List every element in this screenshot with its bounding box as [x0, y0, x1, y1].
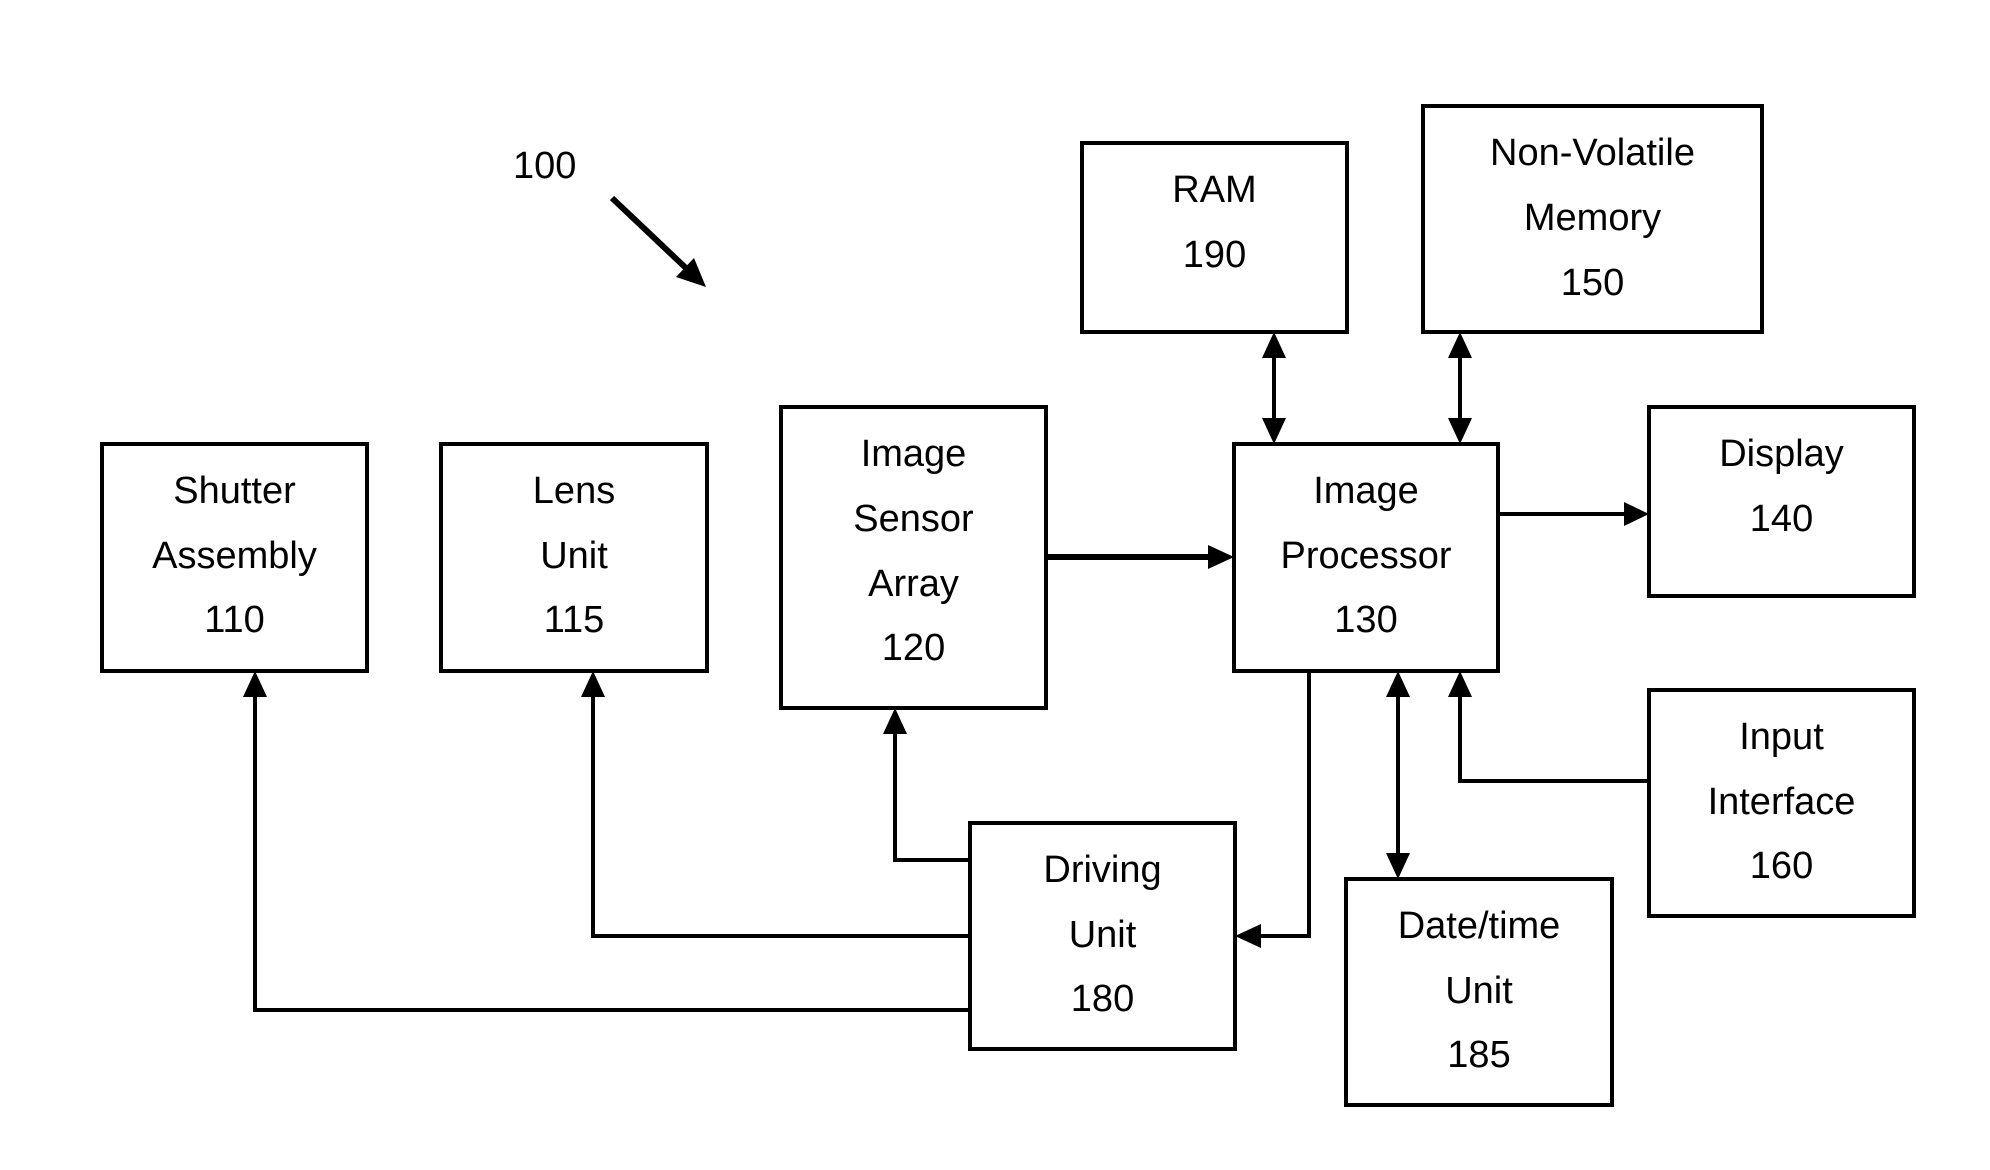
block-label: Shutter [173, 470, 296, 512]
figure-reference-label: 100 [513, 145, 576, 187]
block-number: 130 [1334, 599, 1397, 641]
connector-input-to-processor [1448, 671, 1649, 783]
block-label: Sensor [853, 498, 974, 540]
block-label: Lens [533, 470, 615, 512]
connector-nvm-processor [1448, 332, 1472, 444]
connector-processor-to-driving [1235, 671, 1311, 948]
block-number: 180 [1071, 978, 1134, 1020]
block-label: Interface [1708, 781, 1856, 823]
block-input-interface: Input Interface 160 [1647, 688, 1916, 918]
block-label: Memory [1524, 197, 1661, 239]
connector-driving-to-lens [581, 671, 970, 938]
block-label: Unit [1445, 970, 1513, 1012]
connector-sensor-to-processor [1046, 545, 1234, 569]
block-label: Date/time [1398, 905, 1561, 947]
connector-driving-to-shutter [243, 671, 970, 1012]
connector-processor-datetime [1386, 671, 1410, 879]
block-number: 140 [1750, 498, 1813, 540]
block-label: Unit [1069, 914, 1137, 956]
block-ram: RAM 190 [1080, 141, 1349, 334]
block-non-volatile-memory: Non-Volatile Memory 150 [1421, 104, 1764, 334]
connector-driving-to-sensor [883, 708, 970, 862]
block-number: 115 [544, 599, 605, 641]
block-label: RAM [1172, 169, 1256, 211]
block-image-processor: Image Processor 130 [1232, 442, 1500, 673]
block-image-sensor-array: Image Sensor Array 120 [779, 405, 1048, 710]
block-diagram: 100 Shutter Assembly 110 Lens Unit 115 I… [100, 104, 1916, 1107]
block-number: 160 [1750, 845, 1813, 887]
block-lens-unit: Lens Unit 115 [439, 442, 709, 673]
block-label: Processor [1280, 535, 1451, 577]
reference-arrow [609, 195, 706, 287]
block-label: Non-Volatile [1490, 132, 1695, 174]
block-date-time-unit: Date/time Unit 185 [1344, 877, 1614, 1107]
block-driving-unit: Driving Unit 180 [968, 821, 1237, 1051]
block-label: Input [1739, 716, 1824, 758]
connector-ram-processor [1262, 332, 1286, 444]
block-number: 120 [882, 627, 945, 669]
block-label: Array [868, 563, 959, 605]
block-number: 110 [204, 599, 265, 641]
block-label: Assembly [152, 535, 317, 577]
block-label: Display [1719, 433, 1844, 475]
block-number: 185 [1447, 1034, 1510, 1076]
block-number: 150 [1561, 262, 1624, 304]
block-shutter-assembly: Shutter Assembly 110 [100, 442, 369, 673]
connector-processor-to-display [1498, 502, 1649, 526]
block-label: Image [1313, 470, 1419, 512]
block-display: Display 140 [1647, 405, 1916, 598]
block-number: 190 [1183, 234, 1246, 276]
block-label: Driving [1043, 849, 1161, 891]
block-label: Image [861, 433, 967, 475]
block-label: Unit [540, 535, 608, 577]
